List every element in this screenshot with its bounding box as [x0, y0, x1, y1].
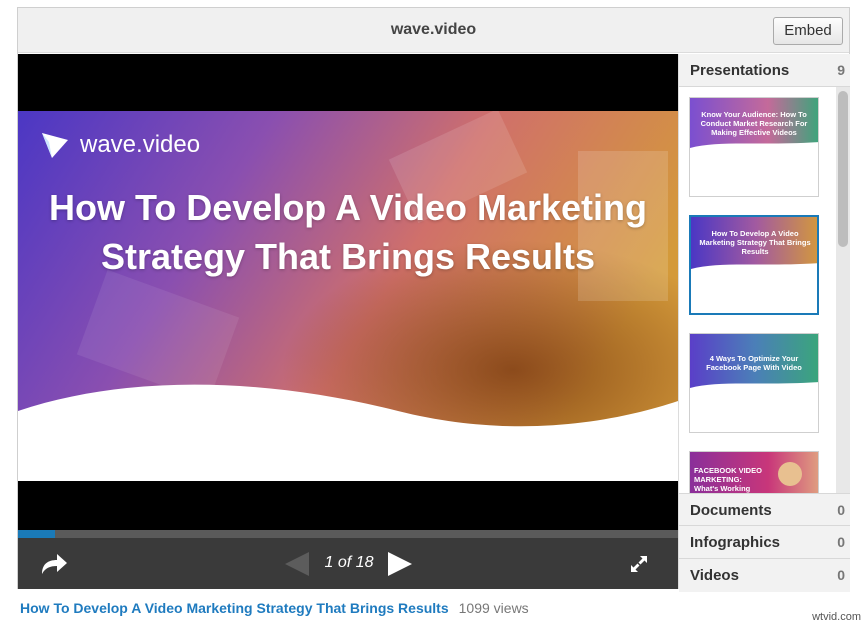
- category-count: 0: [837, 502, 845, 518]
- presentation-thumbnail-active[interactable]: How To Develop A Video Marketing Strateg…: [689, 215, 819, 315]
- top-bar: wave.video Embed: [18, 8, 849, 53]
- presentation-thumbnail[interactable]: Know Your Audience: How To Conduct Marke…: [689, 97, 819, 197]
- slide-background: [18, 111, 678, 481]
- category-presentations[interactable]: Presentations 9: [679, 54, 850, 87]
- category-count: 0: [837, 567, 845, 583]
- wave-video-logo: wave.video: [40, 129, 200, 161]
- player-controls: 1 of 18: [18, 538, 678, 589]
- thumbnail-title: How To Develop A Video Marketing Strateg…: [699, 229, 811, 256]
- slide-logo-text: wave.video: [80, 131, 201, 158]
- embed-frame: wave.video Embed wave.video How To Devel…: [17, 7, 850, 592]
- fullscreen-icon[interactable]: [629, 554, 649, 574]
- wave-logo-icon: [42, 133, 68, 158]
- presentation-title-link[interactable]: How To Develop A Video Marketing Strateg…: [20, 600, 449, 616]
- scrollbar-thumb[interactable]: [838, 91, 848, 247]
- slide-title: How To Develop A Video Marketing Strateg…: [48, 187, 648, 277]
- scrollbar[interactable]: [836, 87, 850, 493]
- progress-bar[interactable]: [18, 530, 678, 538]
- category-count: 0: [837, 534, 845, 550]
- thumbnail-image: [690, 334, 818, 396]
- presentation-list: Know Your Audience: How To Conduct Marke…: [679, 87, 850, 493]
- prev-arrow-icon[interactable]: [283, 550, 311, 578]
- thumbnail-title: 4 Ways To Optimize Your Facebook Page Wi…: [706, 354, 802, 372]
- page-indicator: 1 of 18: [324, 554, 374, 571]
- category-infographics[interactable]: Infographics 0: [679, 526, 850, 559]
- category-label: Documents: [690, 502, 772, 519]
- view-count: 1099 views: [458, 600, 529, 616]
- embed-button[interactable]: Embed: [773, 17, 843, 45]
- category-count: 9: [837, 62, 845, 78]
- next-arrow-icon[interactable]: [386, 550, 414, 578]
- share-icon[interactable]: [38, 548, 70, 580]
- category-documents[interactable]: Documents 0: [679, 493, 850, 526]
- site-title: wave.video: [390, 21, 477, 38]
- progress-fill: [18, 530, 55, 538]
- presentation-thumbnail[interactable]: FACEBOOK VIDEO MARKETING: What's Working…: [689, 451, 819, 493]
- thumbnail-title: FACEBOOK VIDEO MARKETING: What's Working…: [694, 466, 762, 493]
- thumbnail-title: Know Your Audience: How To Conduct Marke…: [700, 110, 808, 137]
- category-videos[interactable]: Videos 0: [679, 559, 850, 592]
- category-label: Infographics: [690, 534, 781, 551]
- category-label: Videos: [690, 567, 739, 584]
- content-sidebar: Presentations 9 Know Your Audience: How …: [678, 54, 850, 592]
- presentation-caption: How To Develop A Video Marketing Strateg…: [20, 600, 529, 618]
- category-label: Presentations: [690, 62, 790, 79]
- current-slide[interactable]: wave.video How To Develop A Video Market…: [18, 111, 678, 481]
- slide-player: wave.video How To Develop A Video Market…: [18, 54, 678, 589]
- watermark: wtvid.com: [812, 611, 861, 623]
- presentation-thumbnail[interactable]: 4 Ways To Optimize Your Facebook Page Wi…: [689, 333, 819, 433]
